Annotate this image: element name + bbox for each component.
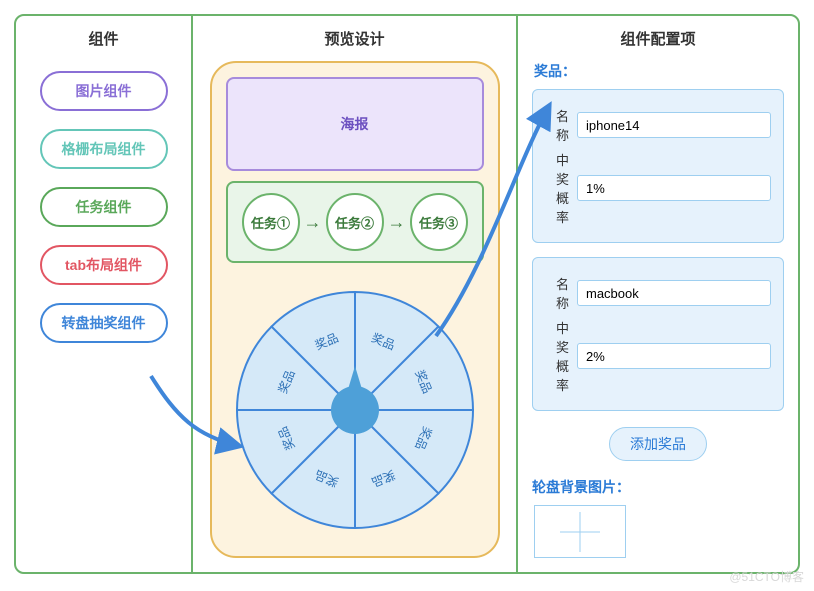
prize-card: 名称 中奖概率: [532, 257, 784, 411]
preview-title: 预览设计: [324, 28, 384, 49]
prize-card: 名称 中奖概率: [532, 89, 784, 243]
component-pill[interactable]: 任务组件: [40, 187, 168, 227]
prize-name-input[interactable]: [577, 112, 771, 138]
prize-prob-input[interactable]: [577, 175, 771, 201]
task-circle[interactable]: 任务③: [410, 193, 468, 251]
task-circle[interactable]: 任务②: [326, 193, 384, 251]
prize-name-label: 名称: [545, 274, 569, 312]
prize-name-label: 名称: [545, 106, 569, 144]
watermark: @51CTO博客: [729, 568, 804, 585]
arrow-right-icon: →: [304, 212, 322, 233]
tasks-block[interactable]: 任务①→任务②→任务③: [226, 181, 484, 263]
add-prize-button[interactable]: 添加奖品: [609, 427, 707, 461]
task-circle[interactable]: 任务①: [242, 193, 300, 251]
config-title: 组件配置项: [620, 28, 695, 49]
prize-prob-label: 中奖概率: [545, 318, 569, 394]
component-pill[interactable]: 转盘抽奖组件: [40, 303, 168, 343]
component-pill[interactable]: tab布局组件: [40, 245, 168, 285]
config-panel: 组件配置项 奖品： 名称 中奖概率 名称 中奖概率 添加奖品 轮盘背景图片：: [518, 16, 798, 572]
sidebar-panel: 组件 图片组件格栅布局组件任务组件 tab布局组件转盘抽奖组件: [16, 16, 191, 572]
plus-icon: [560, 512, 600, 552]
poster-block[interactable]: 海报: [226, 77, 484, 171]
arrow-right-icon: →: [388, 212, 406, 233]
phone-frame: 海报 任务①→任务②→任务③ 奖品奖品奖品奖品奖品奖品奖品奖品: [210, 61, 500, 558]
prize-wheel[interactable]: 奖品奖品奖品奖品奖品奖品奖品奖品: [235, 290, 475, 530]
prize-prob-input[interactable]: [577, 343, 771, 369]
component-pill[interactable]: 图片组件: [40, 71, 168, 111]
sidebar-title: 组件: [88, 28, 118, 49]
bgimg-picker[interactable]: [534, 505, 626, 558]
bgimg-label: 轮盘背景图片：: [532, 477, 784, 497]
prize-prob-label: 中奖概率: [545, 150, 569, 226]
prize-name-input[interactable]: [577, 280, 771, 306]
preview-panel: 预览设计 海报 任务①→任务②→任务③ 奖品奖品奖品奖品奖品奖品奖品奖品: [193, 16, 516, 572]
component-pill[interactable]: 格栅布局组件: [40, 129, 168, 169]
prizes-section-label: 奖品：: [534, 61, 784, 81]
